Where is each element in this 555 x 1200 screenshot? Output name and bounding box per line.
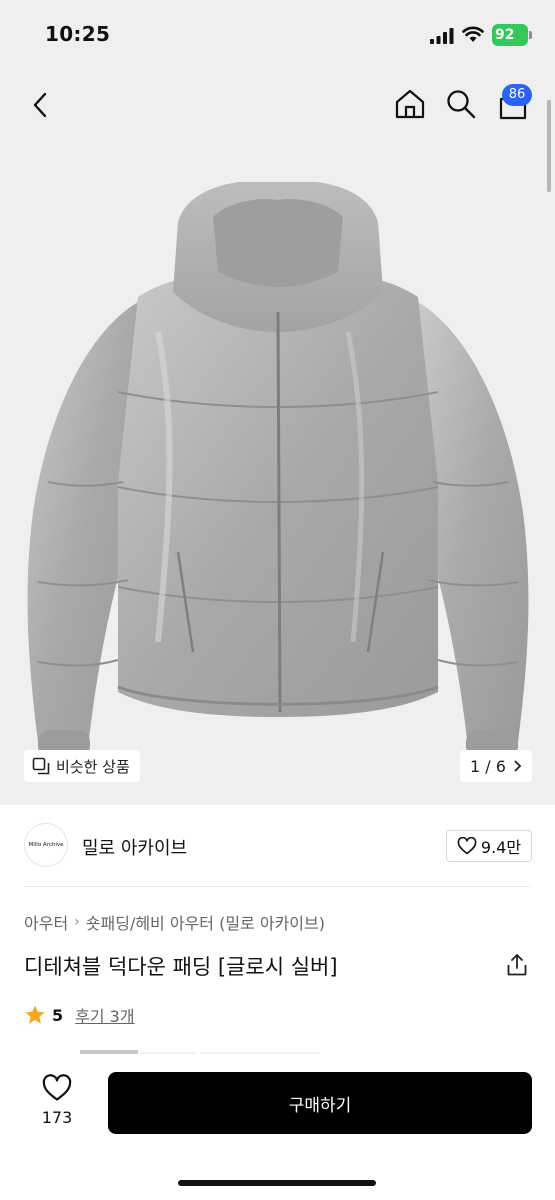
- scroll-indicator: [547, 100, 551, 192]
- heart-icon: [457, 837, 477, 855]
- wifi-icon: [462, 26, 484, 42]
- similar-products-button[interactable]: 비슷한 상품: [24, 750, 140, 782]
- image-counter-button[interactable]: 1 / 6: [460, 750, 532, 782]
- back-icon[interactable]: [28, 88, 56, 122]
- signal-icon: [430, 28, 454, 44]
- battery-icon: 92: [492, 24, 528, 46]
- seller-row[interactable]: Millo Archive 밀로 아카이브 9.4만: [0, 806, 555, 886]
- battery-cap: [529, 31, 532, 39]
- chevron-right-icon: [514, 760, 522, 772]
- buy-button[interactable]: 구매하기: [108, 1072, 532, 1134]
- product-title: 디테쳐블 덕다운 패딩 [글로시 실버]: [24, 955, 338, 979]
- rating-value: 5: [52, 1005, 64, 1025]
- breadcrumb-item[interactable]: 숏패딩/헤비 아우터 (밀로 아카이브): [86, 910, 325, 934]
- like-count: 173: [41, 1108, 73, 1127]
- seller-name[interactable]: 밀로 아카이브: [82, 834, 187, 860]
- like-button[interactable]: 173: [30, 1074, 84, 1134]
- chevron-right-icon: ›: [74, 914, 80, 930]
- home-indicator: [178, 1180, 376, 1186]
- similar-products-label: 비슷한 상품: [56, 757, 130, 776]
- product-photo-jacket: [27, 182, 529, 758]
- heart-icon: [42, 1074, 72, 1101]
- cart-badge: 86: [502, 84, 532, 106]
- seller-logo[interactable]: Millo Archive: [24, 823, 68, 867]
- follow-button[interactable]: 9.4만: [446, 830, 532, 862]
- divider: [24, 886, 531, 887]
- share-icon[interactable]: [506, 953, 528, 977]
- breadcrumb: 아우터 › 숏패딩/헤비 아우터 (밀로 아카이브): [24, 910, 325, 934]
- bottom-action-bar: 173 구매하기: [0, 1054, 555, 1200]
- search-icon[interactable]: [444, 87, 478, 121]
- breadcrumb-item[interactable]: 아우터: [24, 910, 68, 934]
- follow-count: 9.4만: [480, 838, 522, 857]
- product-image-gallery[interactable]: 86 비슷한 상품 1 / 6: [0, 70, 555, 805]
- copy-icon: [32, 757, 50, 775]
- home-icon[interactable]: [393, 87, 427, 121]
- status-time: 10:25: [45, 22, 111, 46]
- battery-level: 92: [495, 27, 515, 43]
- image-counter: 1 / 6: [470, 756, 506, 776]
- review-link[interactable]: 후기 3개: [75, 1003, 134, 1027]
- status-bar: 10:25 92: [0, 0, 555, 70]
- rating-row: 5 후기 3개: [24, 1003, 135, 1027]
- seller-logo-text: Millo Archive: [28, 842, 64, 848]
- star-icon: [25, 1005, 45, 1024]
